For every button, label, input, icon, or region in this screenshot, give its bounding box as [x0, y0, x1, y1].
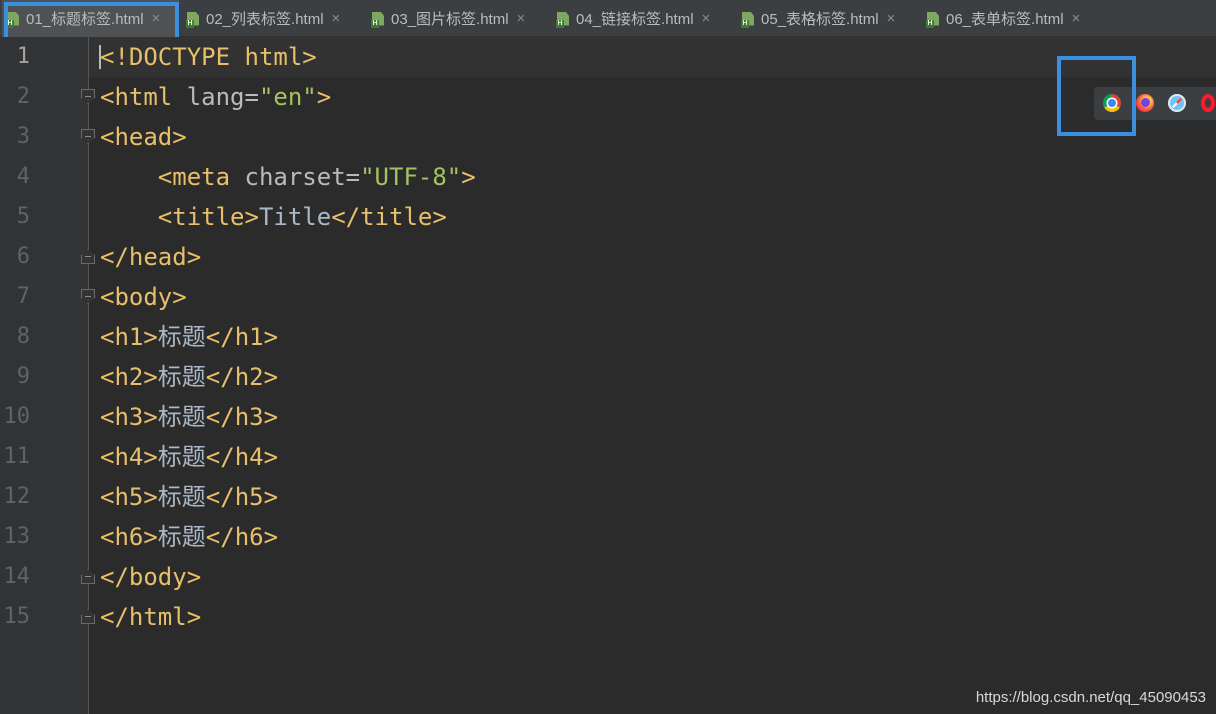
html-file-icon: H: [556, 10, 570, 28]
line-number: 10: [3, 404, 31, 429]
opera-icon[interactable]: [1201, 94, 1215, 112]
tab-label: 03_图片标签.html: [391, 11, 509, 28]
tab-05[interactable]: H 05_表格标签.html ×: [741, 0, 895, 37]
html-file-icon: H: [371, 10, 385, 28]
line-number: 6: [16, 244, 30, 269]
line-number: 2: [16, 84, 30, 109]
code-token-text: 标题: [157, 363, 206, 391]
code-token-tag: <title>: [157, 203, 259, 231]
code-token-text: 标题: [157, 403, 206, 431]
tab-06[interactable]: H 06_表单标签.html ×: [926, 0, 1080, 37]
close-icon[interactable]: ×: [702, 11, 711, 26]
line-number: 9: [16, 364, 30, 389]
tab-02[interactable]: H 02_列表标签.html ×: [186, 0, 340, 37]
tab-label: 04_链接标签.html: [576, 11, 694, 28]
line-number: 15: [3, 604, 31, 629]
code-token-tag: <!DOCTYPE html>: [100, 43, 317, 71]
tab-01[interactable]: H 01_标题标签.html ×: [2, 0, 179, 37]
code-token-tag: </title>: [331, 203, 447, 231]
tab-label: 01_标题标签.html: [26, 11, 144, 28]
line-number: 3: [16, 124, 30, 149]
line-number: 14: [3, 564, 31, 589]
safari-icon[interactable]: [1168, 94, 1186, 112]
code-line: <body>: [100, 277, 187, 317]
code-line: <!DOCTYPE html>: [100, 37, 317, 77]
code-token-text: 标题: [157, 443, 206, 471]
code-token-tag: </body>: [100, 563, 202, 591]
code-line: <h2>标题</h2>: [100, 357, 278, 397]
text-cursor: [99, 45, 101, 69]
line-number: 8: [16, 324, 30, 349]
code-token-tag: </h6>: [205, 523, 279, 551]
tab-label: 05_表格标签.html: [761, 11, 879, 28]
tab-label: 02_列表标签.html: [206, 11, 324, 28]
close-icon[interactable]: ×: [152, 11, 161, 26]
code-token-text: 标题: [157, 323, 206, 351]
close-icon[interactable]: ×: [887, 11, 896, 26]
code-token-attr: lang=: [186, 83, 259, 111]
tab-03[interactable]: H 03_图片标签.html ×: [371, 0, 525, 37]
code-line: <title>Title</title>: [100, 197, 447, 237]
code-token-tag: </head>: [100, 243, 202, 271]
code-token-tag: </h4>: [205, 443, 279, 471]
code-token-tag: </h5>: [205, 483, 279, 511]
code-token-tag: <h3>: [100, 403, 158, 431]
code-token-attr: charset=: [244, 163, 361, 191]
code-line: <html lang="en">: [100, 77, 331, 117]
code-line: <h3>标题</h3>: [100, 397, 278, 437]
code-token-tag: <body>: [100, 283, 187, 311]
code-token-tag: <h5>: [100, 483, 158, 511]
html-file-icon: H: [186, 10, 200, 28]
code-line: </head>: [100, 237, 201, 277]
code-token-tag: </h3>: [205, 403, 279, 431]
code-token-tag: <head>: [100, 123, 187, 151]
code-token-tag: >: [316, 83, 332, 111]
line-number: 7: [16, 284, 30, 309]
tab-label: 06_表单标签.html: [946, 11, 1064, 28]
line-number: 5: [16, 204, 30, 229]
tab-04[interactable]: H 04_链接标签.html ×: [556, 0, 710, 37]
code-token-tag: <meta: [157, 163, 245, 191]
code-token-tag: </html>: [100, 603, 202, 631]
code-token-tag: <h1>: [100, 323, 158, 351]
code-line: <meta charset="UTF-8">: [100, 157, 476, 197]
line-number: 1: [16, 44, 30, 69]
chrome-icon[interactable]: [1103, 94, 1121, 112]
code-token-tag: <h6>: [100, 523, 158, 551]
line-number: 12: [3, 484, 31, 509]
line-number: 11: [3, 444, 31, 469]
code-token-text: Title: [258, 203, 332, 231]
editor-tab-bar: H 01_标题标签.html × H 02_列表标签.html × H 03_图…: [0, 0, 1216, 37]
code-token-tag: <html: [100, 83, 187, 111]
watermark: https://blog.csdn.net/qq_45090453: [975, 689, 1206, 706]
line-number: 4: [16, 164, 30, 189]
code-token-tag: </h1>: [205, 323, 279, 351]
code-line: <h6>标题</h6>: [100, 517, 278, 557]
code-token-tag: </h2>: [205, 363, 279, 391]
close-icon[interactable]: ×: [1072, 11, 1081, 26]
code-line: <h4>标题</h4>: [100, 437, 278, 477]
code-line: <head>: [100, 117, 187, 157]
code-token-text: 标题: [157, 523, 206, 551]
code-token-text: 标题: [157, 483, 206, 511]
code-token-tag: <h4>: [100, 443, 158, 471]
code-line: <h5>标题</h5>: [100, 477, 278, 517]
html-file-icon: H: [6, 10, 20, 28]
line-number: 13: [3, 524, 31, 549]
firefox-icon[interactable]: [1136, 94, 1154, 112]
code-token-tag: >: [461, 163, 476, 191]
code-line: </html>: [100, 597, 201, 637]
close-icon[interactable]: ×: [332, 11, 341, 26]
code-line: <h1>标题</h1>: [100, 317, 278, 357]
html-file-icon: H: [741, 10, 755, 28]
code-token-val: "UTF-8": [360, 163, 462, 191]
code-token-val: "en": [258, 83, 317, 111]
close-icon[interactable]: ×: [517, 11, 526, 26]
code-line: </body>: [100, 557, 201, 597]
html-file-icon: H: [926, 10, 940, 28]
code-token-tag: <h2>: [100, 363, 158, 391]
